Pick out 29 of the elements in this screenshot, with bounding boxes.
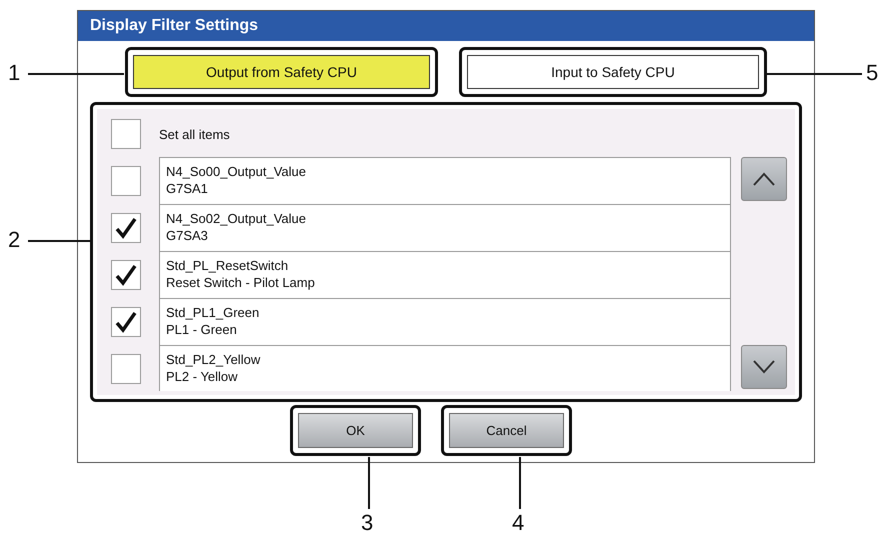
callout-number: 1 — [8, 62, 20, 84]
checkbox[interactable] — [111, 119, 141, 149]
chevron-up-icon — [753, 172, 775, 186]
list-item[interactable]: N4_So00_Output_Value G7SA1 — [160, 158, 730, 205]
tab[interactable]: Input to Safety CPU — [467, 55, 759, 89]
list-item[interactable]: Std_PL_ResetSwitch Reset Switch - Pilot Lamp — [160, 252, 730, 299]
callout-number: 5 — [866, 62, 878, 84]
scroll-down-button[interactable] — [741, 345, 787, 389]
ok-button[interactable]: OK — [298, 413, 413, 448]
scroll-up-button[interactable] — [741, 157, 787, 201]
checkmark-icon — [114, 262, 138, 286]
checkbox-label: Set all items — [159, 126, 230, 142]
chevron-down-icon — [753, 360, 775, 374]
window-title: Display Filter Settings — [78, 11, 814, 41]
list-item[interactable]: N4_So02_Output_Value G7SA3 — [160, 205, 730, 252]
list-item[interactable]: Std_PL1_Green PL1 - Green — [160, 299, 730, 346]
checkbox[interactable] — [111, 212, 141, 242]
checkbox[interactable] — [111, 354, 141, 384]
list-item[interactable]: Std_PL2_Yellow PL2 - Yellow — [160, 346, 730, 391]
callout-number: 4 — [512, 512, 524, 534]
checkmark-icon — [114, 310, 138, 334]
checkbox[interactable] — [111, 260, 141, 290]
tab[interactable]: Output from Safety CPU — [133, 55, 430, 89]
checkbox[interactable] — [111, 166, 141, 196]
checkmark-icon — [114, 216, 138, 240]
callout-number: 3 — [361, 512, 374, 534]
callout-number: 2 — [8, 229, 20, 251]
checkbox[interactable] — [111, 306, 141, 336]
cancel-button[interactable]: Cancel — [449, 413, 564, 448]
